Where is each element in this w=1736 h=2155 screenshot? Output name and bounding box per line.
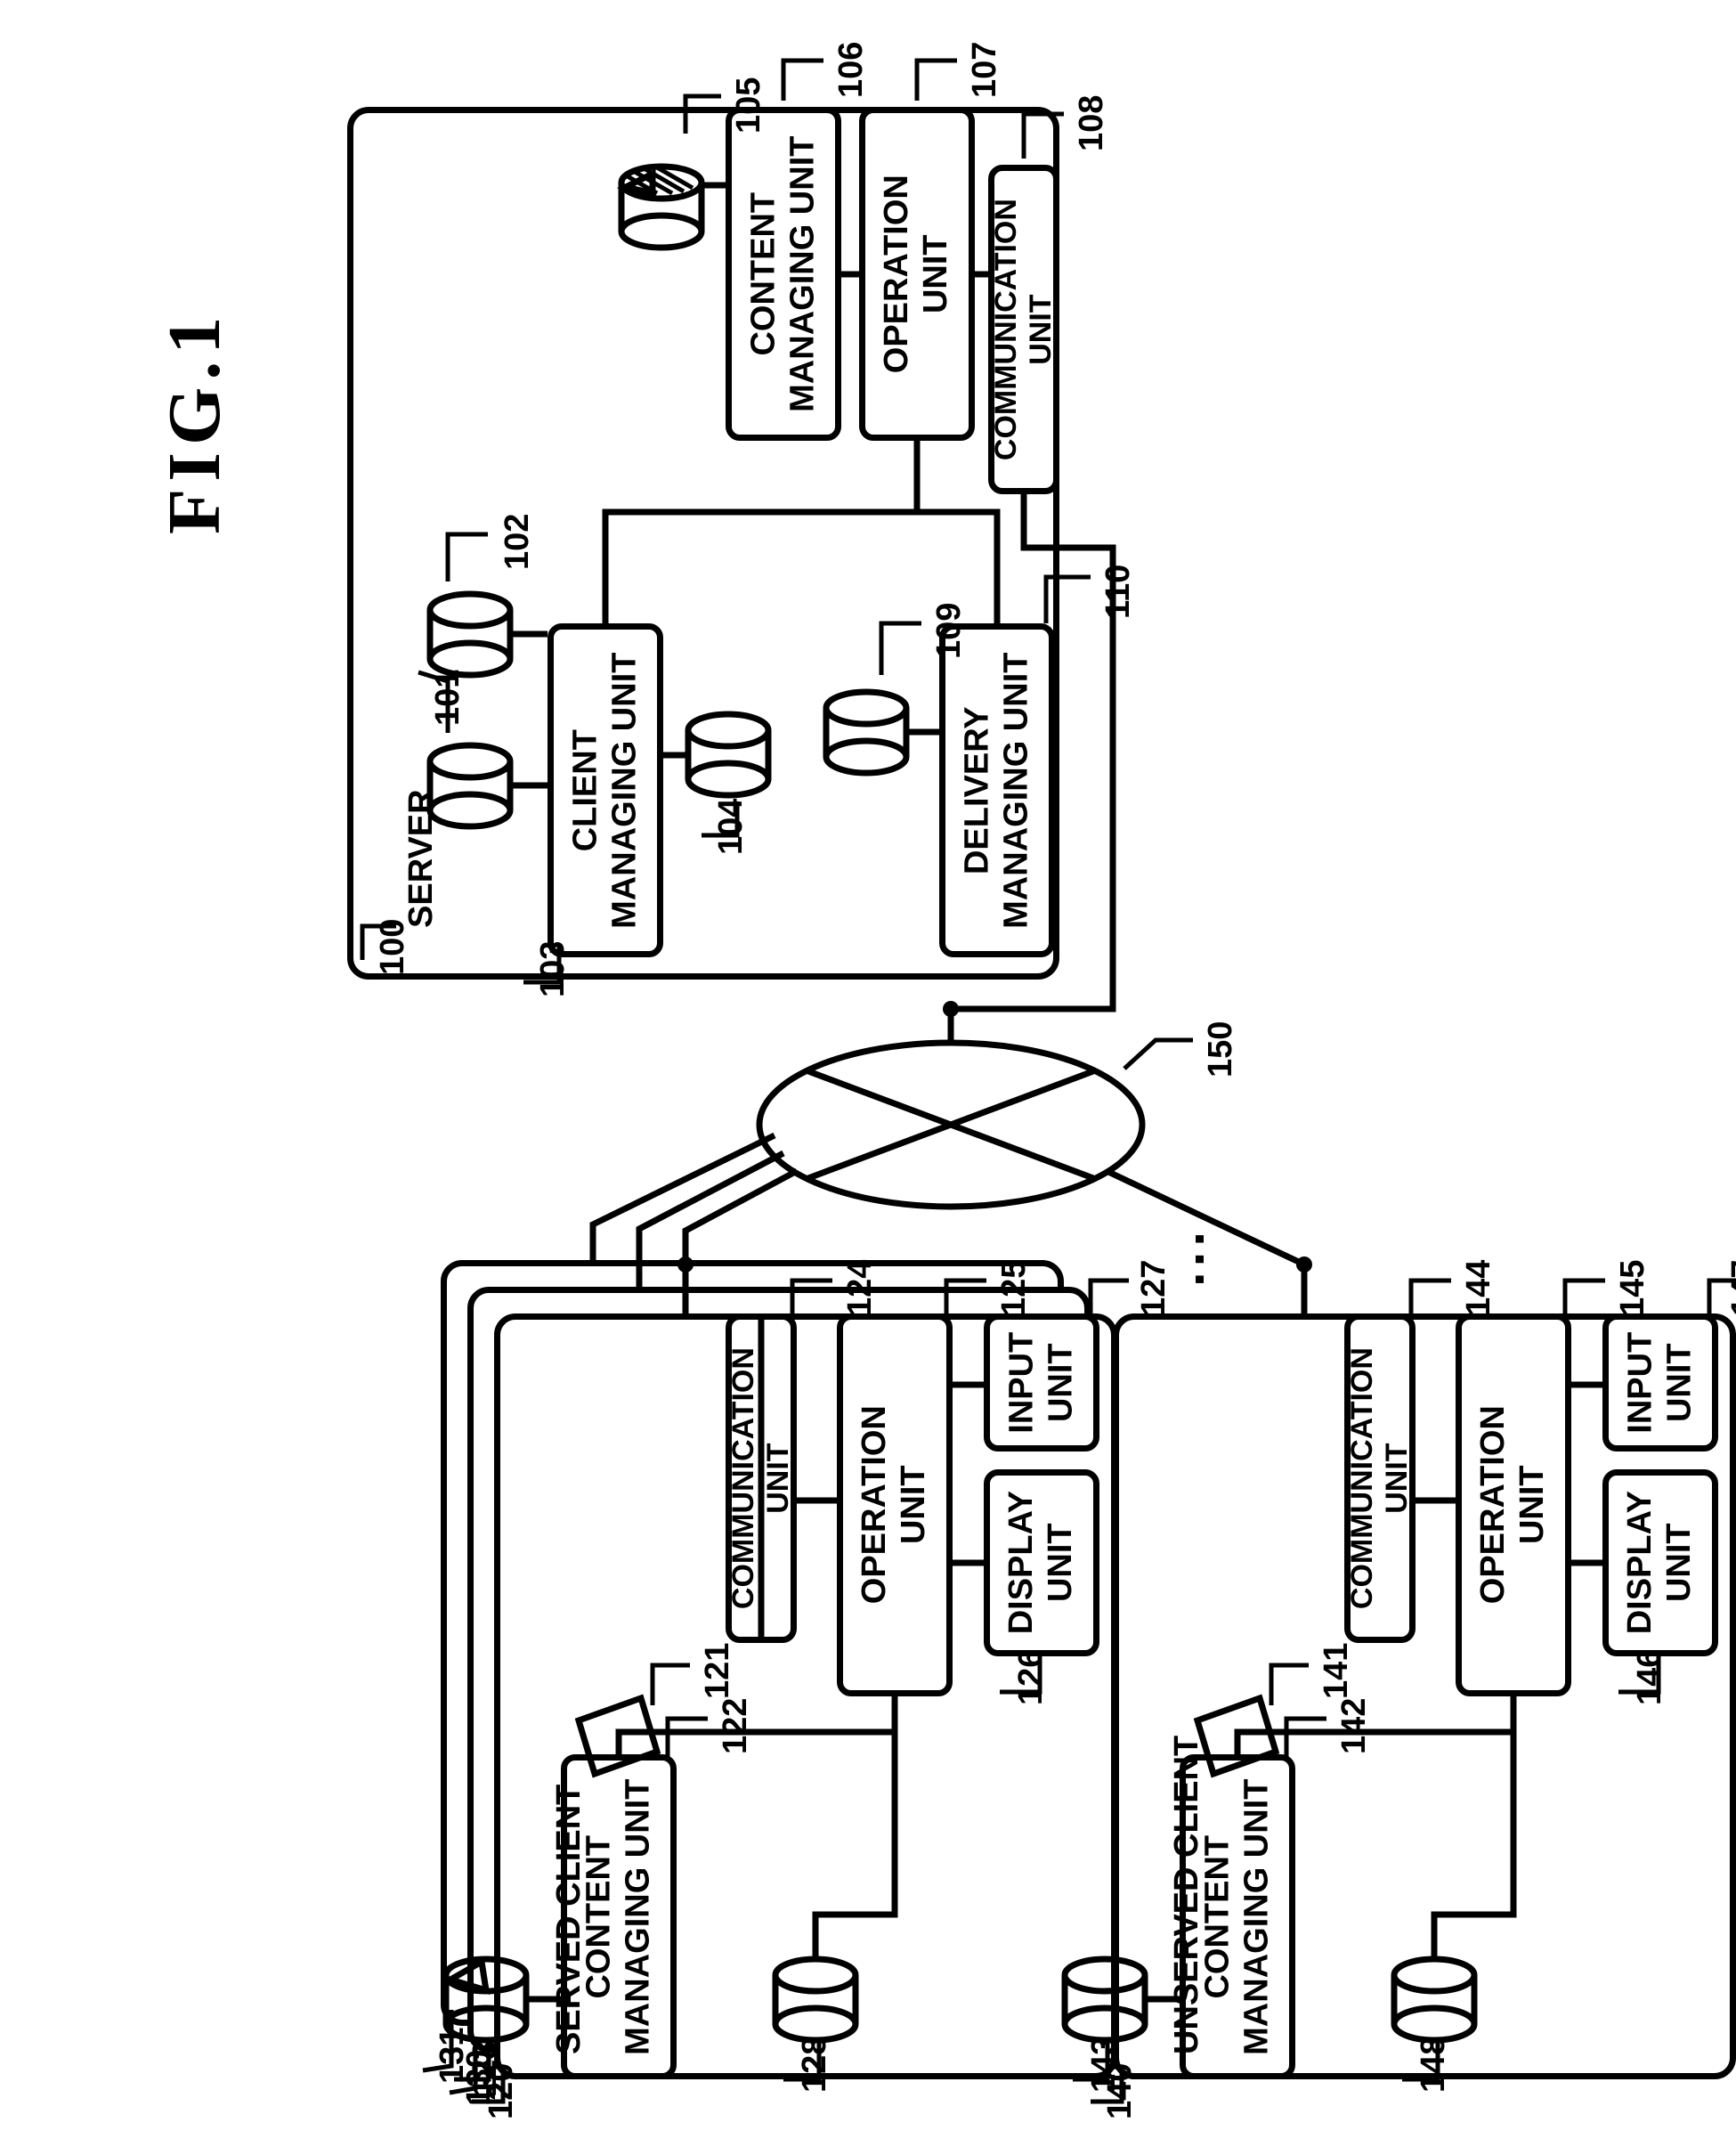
uc-input-unit: INPUTUNIT [1602, 1313, 1718, 1452]
sc-communication-unit-label: COMMUNICATIONUNIT [726, 1347, 796, 1609]
uc-content-managing-unit-label: CONTENTMANAGING UNIT [1198, 1778, 1276, 2054]
diagram-canvas: FIG.1 SERVER CONTENTMANAGING UNIT OPERAT… [0, 0, 1736, 2155]
ref-128: 128 [796, 2037, 834, 2093]
ref-150: 150 [1202, 1021, 1240, 1078]
ref-142: 142 [1335, 1698, 1374, 1754]
uc-display-unit-label: DISPLAYUNIT [1621, 1491, 1699, 1634]
operation-unit-label: OPERATIONUNIT [878, 175, 955, 373]
ref-109: 109 [930, 603, 969, 659]
ref-141: 141 [1318, 1643, 1356, 1699]
ref-104: 104 [712, 799, 750, 855]
communication-unit-label: COMMUNICATIONUNIT [989, 199, 1059, 460]
ref-110: 110 [1099, 565, 1138, 619]
ref-147: 147 [1725, 1260, 1736, 1316]
sc-input-unit-label: INPUTUNIT [1002, 1332, 1080, 1434]
ref-106: 106 [832, 42, 871, 98]
content-managing-unit: CONTENTMANAGING UNIT [726, 107, 841, 441]
uc-communication-unit-label: COMMUNICATIONUNIT [1345, 1347, 1415, 1609]
ref-108: 108 [1073, 95, 1111, 151]
sc-operation-unit-label: OPERATIONUNIT [856, 1405, 933, 1604]
ref-105: 105 [730, 77, 768, 134]
sc-content-managing-unit-label: CONTENTMANAGING UNIT [580, 1778, 657, 2054]
ref-107: 107 [966, 42, 1004, 98]
sc-display-unit-label: DISPLAYUNIT [1002, 1491, 1080, 1634]
ref-121: 121 [699, 1643, 737, 1699]
content-managing-unit-label: CONTENTMANAGING UNIT [744, 135, 822, 411]
sc-input-unit: INPUTUNIT [984, 1313, 1099, 1452]
uc-input-unit-label: INPUTUNIT [1621, 1332, 1699, 1434]
ref-146: 146 [1631, 1649, 1669, 1705]
ref-102: 102 [499, 514, 537, 570]
uc-operation-unit-label: OPERATIONUNIT [1474, 1405, 1552, 1604]
uc-display-unit: DISPLAYUNIT [1602, 1469, 1718, 1656]
ref-122: 122 [717, 1698, 755, 1754]
delivery-managing-unit-label: DELIVERYMANAGING UNIT [958, 652, 1035, 928]
sc-operation-unit: OPERATIONUNIT [837, 1313, 953, 1696]
operation-unit: OPERATIONUNIT [859, 107, 975, 441]
ref-126: 126 [1012, 1649, 1051, 1705]
delivery-managing-unit: DELIVERYMANAGING UNIT [939, 623, 1055, 957]
ref-125: 125 [995, 1260, 1034, 1316]
ref-103: 103 [534, 941, 572, 997]
uc-content-managing-unit: CONTENTMANAGING UNIT [1180, 1754, 1295, 2079]
ref-145: 145 [1614, 1260, 1652, 1316]
sc-communication-unit: COMMUNICATIONUNIT [726, 1313, 797, 1643]
client-managing-unit-label: CLIENTMANAGING UNIT [566, 652, 644, 928]
uc-operation-unit: OPERATIONUNIT [1456, 1313, 1571, 1696]
figure-title: FIG.1 [151, 310, 238, 534]
ref-144: 144 [1460, 1260, 1498, 1316]
ref-123: 123 [466, 2041, 505, 2097]
uc-communication-unit: COMMUNICATIONUNIT [1344, 1313, 1416, 1643]
ref-124: 124 [841, 1260, 880, 1316]
communication-unit: COMMUNICATIONUNIT [988, 165, 1059, 494]
sc-content-managing-unit: CONTENTMANAGING UNIT [561, 1754, 677, 2079]
sc-display-unit: DISPLAYUNIT [984, 1469, 1099, 1656]
ref-143: 143 [1085, 2037, 1124, 2093]
ref-101: 101 [429, 670, 467, 726]
server-title: SERVER [402, 789, 441, 928]
client-managing-unit: CLIENTMANAGING UNIT [548, 623, 663, 957]
ref-127: 127 [1135, 1260, 1173, 1316]
ref-100: 100 [374, 919, 412, 975]
ref-148: 148 [1415, 2037, 1453, 2093]
